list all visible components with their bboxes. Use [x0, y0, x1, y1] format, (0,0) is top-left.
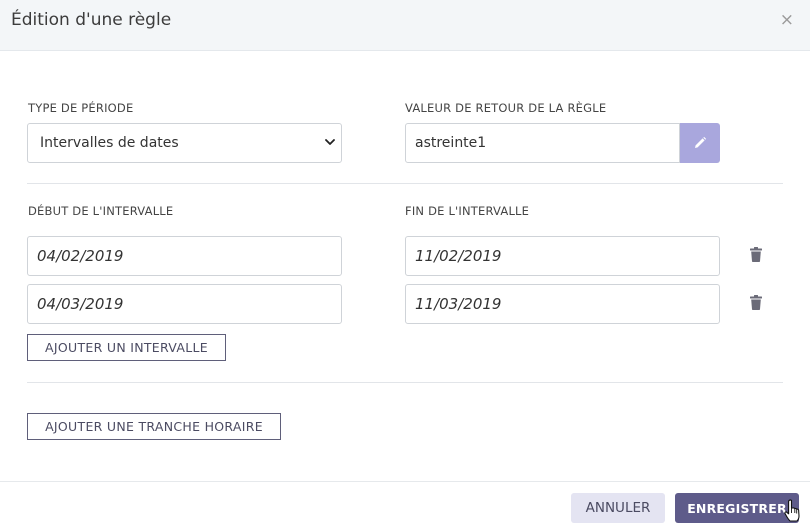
add-interval-button[interactable]: AJOUTER UN INTERVALLE — [27, 334, 226, 361]
hand-pointer-icon — [784, 499, 800, 522]
dialog-title: Édition d'une règle — [11, 10, 172, 30]
interval-start-input[interactable]: 04/03/2019 — [27, 284, 342, 324]
add-time-slot-button[interactable]: AJOUTER UNE TRANCHE HORAIRE — [27, 413, 281, 440]
interval-end-input[interactable]: 11/03/2019 — [405, 284, 720, 324]
interval-end-input[interactable]: 11/02/2019 — [405, 236, 720, 276]
divider — [27, 183, 783, 184]
return-value-label: VALEUR DE RETOUR DE LA RÈGLE — [405, 101, 607, 115]
pencil-icon — [695, 136, 707, 148]
chevron-down-icon — [325, 139, 335, 145]
trash-icon[interactable] — [750, 247, 762, 262]
dialog-header: Édition d'une règle × — [0, 0, 810, 51]
period-type-label: TYPE DE PÉRIODE — [28, 101, 134, 115]
rule-edit-dialog: Édition d'une règle × TYPE DE PÉRIODE VA… — [0, 0, 810, 530]
interval-start-label: DÉBUT DE L'INTERVALLE — [28, 204, 174, 218]
divider — [27, 382, 783, 383]
interval-start-input[interactable]: 04/02/2019 — [27, 236, 342, 276]
close-icon[interactable]: × — [780, 12, 794, 29]
interval-end-value: 11/03/2019 — [415, 295, 502, 313]
save-button[interactable]: ENREGISTRER — [675, 493, 799, 523]
footer-divider — [0, 481, 810, 482]
return-value-input[interactable]: astreinte1 — [405, 123, 680, 163]
interval-end-value: 11/02/2019 — [415, 247, 502, 265]
interval-start-value: 04/02/2019 — [37, 247, 124, 265]
interval-end-label: FIN DE L'INTERVALLE — [405, 204, 530, 218]
edit-return-value-button[interactable] — [680, 123, 720, 163]
interval-start-value: 04/03/2019 — [37, 295, 124, 313]
return-value-text: astreinte1 — [415, 135, 487, 151]
period-type-value: Intervalles de dates — [40, 135, 179, 151]
period-type-select[interactable]: Intervalles de dates — [27, 123, 342, 163]
cancel-button[interactable]: ANNULER — [571, 493, 665, 523]
trash-icon[interactable] — [750, 295, 762, 310]
